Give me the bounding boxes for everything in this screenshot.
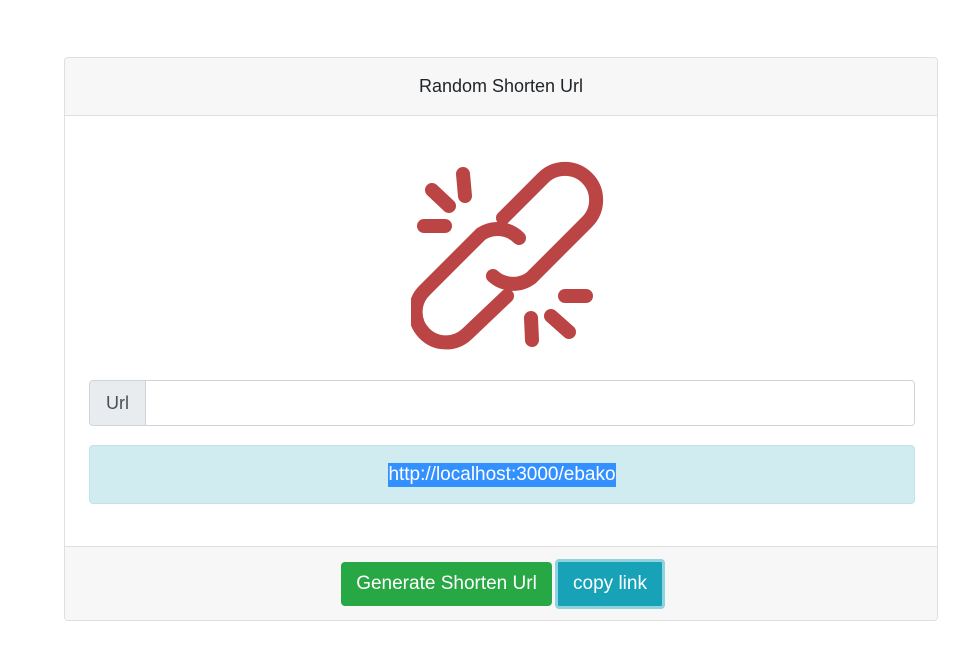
- card-body: Url http://localhost:3000/ebako: [65, 116, 937, 548]
- url-input-group: Url: [89, 380, 915, 426]
- shortened-url-alert: http://localhost:3000/ebako: [89, 445, 915, 504]
- shortened-url-text[interactable]: http://localhost:3000/ebako: [388, 462, 616, 487]
- url-input[interactable]: [146, 381, 914, 425]
- card-header: Random Shorten Url: [65, 58, 937, 116]
- url-label: Url: [90, 381, 146, 425]
- card-title: Random Shorten Url: [418, 76, 584, 96]
- generate-shorten-url-button[interactable]: Generate Shorten Url: [341, 562, 552, 606]
- copy-link-button[interactable]: copy link: [555, 559, 665, 609]
- broken-link-icon: [411, 161, 604, 350]
- card-footer: Generate Shorten Url copy link: [65, 546, 937, 620]
- shorten-url-card: Random Shorten Url Url http://localhost:…: [64, 57, 938, 621]
